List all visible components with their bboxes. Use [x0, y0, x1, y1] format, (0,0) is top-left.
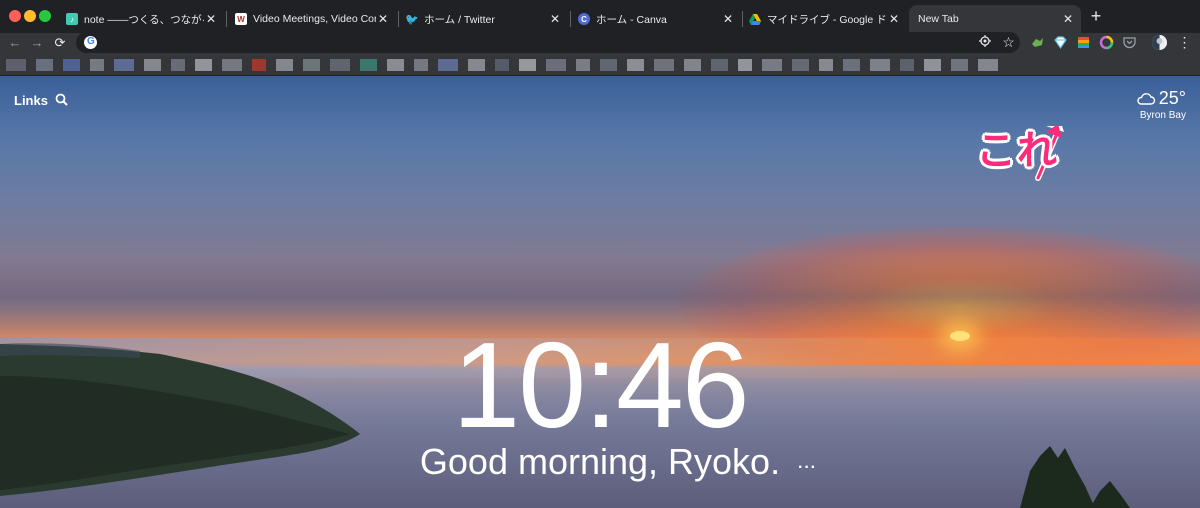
bookmark-item[interactable] — [627, 59, 644, 71]
tab-twitter[interactable]: 🐦 ホーム / Twitter ✕ — [402, 5, 566, 33]
bookmark-item[interactable] — [36, 59, 53, 71]
diamond-extension-icon[interactable] — [1053, 35, 1068, 50]
close-tab-icon[interactable]: ✕ — [721, 12, 735, 26]
bookmark-item[interactable] — [546, 59, 566, 71]
tab-zoom[interactable]: W Video Meetings, Video Confere ✕ — [231, 5, 394, 33]
pocket-extension-icon[interactable] — [1122, 35, 1137, 50]
bookmark-item[interactable] — [978, 59, 998, 71]
tab-google-drive[interactable]: マイドライブ - Google ドライブ ✕ — [745, 5, 905, 33]
tab-strip: ♪ note ——つくる、つながる、とど ✕ W Video Meetings,… — [0, 0, 1200, 33]
tab-title: note ——つくる、つながる、とど — [84, 13, 204, 26]
zoom-window-button[interactable] — [39, 10, 51, 22]
tab-title: New Tab — [918, 13, 959, 25]
reload-button[interactable]: ⟳ — [51, 34, 69, 52]
bookmark-item[interactable] — [222, 59, 242, 71]
bookmark-item[interactable] — [6, 59, 26, 71]
green-extension-icon[interactable] — [1030, 35, 1045, 50]
color-ring-extension-icon[interactable] — [1099, 35, 1114, 50]
close-tab-icon[interactable]: ✕ — [887, 12, 901, 26]
bookmark-item[interactable] — [819, 59, 833, 71]
new-tab-button[interactable]: + — [1088, 7, 1104, 25]
tab-title: ホーム - Canva — [596, 13, 667, 26]
weather-location: Byron Bay — [1139, 110, 1186, 121]
bookmark-item[interactable] — [252, 59, 266, 71]
bookmark-item[interactable] — [519, 59, 536, 71]
twitter-icon: 🐦 — [405, 13, 419, 26]
bookmark-item[interactable] — [414, 59, 428, 71]
close-tab-icon[interactable]: ✕ — [204, 12, 218, 26]
search-icon[interactable] — [55, 93, 69, 107]
tab-note[interactable]: ♪ note ——つくる、つながる、とど ✕ — [62, 5, 222, 33]
bookmark-item[interactable] — [171, 59, 185, 71]
location-target-icon[interactable] — [977, 35, 992, 50]
close-window-button[interactable] — [9, 10, 21, 22]
bookmark-item[interactable] — [684, 59, 701, 71]
bookmark-item[interactable] — [468, 59, 485, 71]
address-bar[interactable]: G ☆ — [76, 32, 1020, 53]
bookmark-item[interactable] — [711, 59, 728, 71]
links-button[interactable]: Links — [14, 93, 48, 108]
bookmark-item[interactable] — [870, 59, 890, 71]
greeting-more-button[interactable]: ··· — [798, 459, 817, 477]
back-button[interactable]: ← — [6, 34, 24, 52]
stripes-extension-icon[interactable] — [1076, 35, 1091, 50]
bookmark-item[interactable] — [600, 59, 617, 71]
tab-title: マイドライブ - Google ドライブ — [767, 13, 887, 26]
bookmark-item[interactable] — [495, 59, 509, 71]
cloud-icon — [1137, 92, 1155, 105]
close-tab-icon[interactable]: ✕ — [1061, 12, 1075, 26]
bookmark-item[interactable] — [144, 59, 161, 71]
bookmark-star-icon[interactable]: ☆ — [1001, 35, 1016, 50]
bookmark-item[interactable] — [387, 59, 404, 71]
tab-title: Video Meetings, Video Confere — [253, 13, 376, 25]
bookmarks-bar — [0, 53, 1200, 76]
bookmark-item[interactable] — [195, 59, 212, 71]
bookmark-item[interactable] — [90, 59, 104, 71]
new-tab-page: Links 25° Byron Bay これ 10:46 Good mornin… — [0, 76, 1200, 508]
bookmark-item[interactable] — [114, 59, 134, 71]
profile-avatar[interactable] — [1152, 35, 1167, 50]
bookmark-item[interactable] — [438, 59, 458, 71]
bookmark-item[interactable] — [63, 59, 80, 71]
bookmark-item[interactable] — [792, 59, 809, 71]
close-tab-icon[interactable]: ✕ — [376, 12, 390, 26]
close-tab-icon[interactable]: ✕ — [548, 12, 562, 26]
bookmark-item[interactable] — [738, 59, 752, 71]
bookmark-item[interactable] — [924, 59, 941, 71]
clock-time: 10:46 — [452, 317, 749, 453]
greeting-text: Good morning, Ryoko. — [419, 441, 781, 482]
bookmark-item[interactable] — [762, 59, 782, 71]
bookmark-item[interactable] — [276, 59, 293, 71]
weather-temperature: 25° — [1158, 88, 1186, 108]
tab-new-tab[interactable]: New Tab ✕ — [909, 5, 1081, 33]
bookmark-item[interactable] — [576, 59, 590, 71]
zoom-wall-icon: W — [235, 13, 247, 25]
google-logo-icon: G — [84, 36, 97, 49]
forward-button[interactable]: → — [28, 34, 46, 52]
tab-title: ホーム / Twitter — [424, 13, 495, 26]
bookmark-item[interactable] — [900, 59, 914, 71]
annotation-label: これ — [976, 129, 1058, 173]
bookmark-item[interactable] — [303, 59, 320, 71]
weather-widget[interactable]: 25° Byron Bay — [1136, 88, 1186, 121]
bookmark-item[interactable] — [843, 59, 860, 71]
bookmark-item[interactable] — [330, 59, 350, 71]
tab-canva[interactable]: C ホーム - Canva ✕ — [574, 5, 739, 33]
bookmark-item[interactable] — [654, 59, 674, 71]
minimize-window-button[interactable] — [24, 10, 36, 22]
chrome-menu-button[interactable]: ⋮ — [1177, 35, 1192, 50]
browser-window: ♪ note ——つくる、つながる、とど ✕ W Video Meetings,… — [0, 0, 1200, 508]
note-icon: ♪ — [66, 13, 78, 25]
bookmark-item[interactable] — [360, 59, 377, 71]
bookmark-item[interactable] — [951, 59, 968, 71]
canva-icon: C — [578, 13, 590, 25]
google-drive-icon — [749, 13, 761, 25]
